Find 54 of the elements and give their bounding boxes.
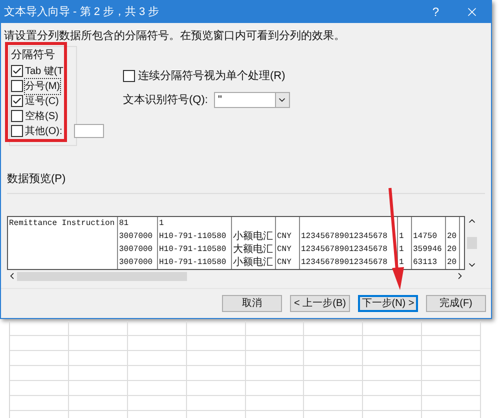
group-title: 分隔符号 <box>11 48 56 62</box>
checkbox[interactable] <box>123 70 135 82</box>
table-cell: 20 <box>447 244 457 256</box>
table-cell: CNY <box>277 230 292 242</box>
table-cell: Remittance Instruction <box>9 218 115 230</box>
table-cell: 63113 <box>413 256 438 268</box>
table-cell: 小额电汇 <box>233 256 273 268</box>
checkbox-label[interactable]: 连续分隔符号视为单个处理(R) <box>138 68 286 84</box>
dialog-button[interactable]: < 上一步(B) <box>290 295 350 312</box>
table-cell: H10-791-110580 <box>159 230 226 242</box>
other-input-field[interactable] <box>74 124 104 138</box>
table-cell: 3007000 <box>119 230 153 242</box>
table-cell: 20 <box>447 256 457 268</box>
table-cell: 359946 <box>413 244 442 256</box>
table-cell: 1 <box>159 218 164 230</box>
table-cell: 81 <box>119 218 129 230</box>
table-cell: 3007000 <box>119 256 153 268</box>
table-cell: H10-791-110580 <box>159 256 226 268</box>
qualifier-dropdown[interactable]: " <box>214 92 290 108</box>
scroll-thumb[interactable] <box>467 237 477 249</box>
checkbox-label[interactable]: 分号(M) <box>25 78 60 94</box>
table-cell: 1 <box>399 244 404 256</box>
window-title: 文本导入向导 - 第 2 步，共 3 步 <box>4 4 160 20</box>
instruction-text: 请设置分列数据所包含的分隔符号。在预览窗口内可看到分列的效果。 <box>4 30 345 42</box>
checkbox-label[interactable]: 其他(O): <box>25 124 62 138</box>
dialog-button[interactable]: 下一步(N) > <box>358 295 418 312</box>
dialog-button[interactable]: 完成(F) <box>426 295 486 312</box>
table-cell: 123456789012345678 <box>301 244 388 256</box>
scroll-thumb[interactable] <box>17 272 187 280</box>
qualifier-label: 文本识别符号(Q): <box>123 92 208 108</box>
checkbox[interactable] <box>11 80 23 92</box>
table-cell: 1 <box>399 256 404 268</box>
table-cell: 14750 <box>413 230 438 242</box>
table-cell: 123456789012345678 <box>301 256 388 268</box>
table-cell: 20 <box>447 230 457 242</box>
table-cell: 1 <box>399 230 404 242</box>
checkbox[interactable] <box>11 95 23 107</box>
table-cell: 123456789012345678 <box>301 230 388 242</box>
dialog-button[interactable]: 取消 <box>222 295 282 312</box>
checkbox-label[interactable]: Tab 键(T <box>25 64 64 78</box>
table-cell: CNY <box>277 256 292 268</box>
table-cell: CNY <box>277 244 292 256</box>
close-icon[interactable] <box>465 5 479 19</box>
help-button[interactable]: ? <box>426 3 445 21</box>
table-cell: 3007000 <box>119 244 153 256</box>
table-cell: 大额电汇 <box>233 244 273 256</box>
checkbox[interactable] <box>11 125 23 137</box>
checkbox[interactable] <box>11 65 23 77</box>
table-cell: 小额电汇 <box>233 230 273 242</box>
checkbox-label[interactable]: 逗号(C) <box>25 94 59 108</box>
table-cell: H10-791-110580 <box>159 244 226 256</box>
checkbox[interactable] <box>11 110 23 122</box>
checkbox-label[interactable]: 空格(S) <box>25 108 58 124</box>
preview-title: 数据预览(P) <box>7 172 66 184</box>
